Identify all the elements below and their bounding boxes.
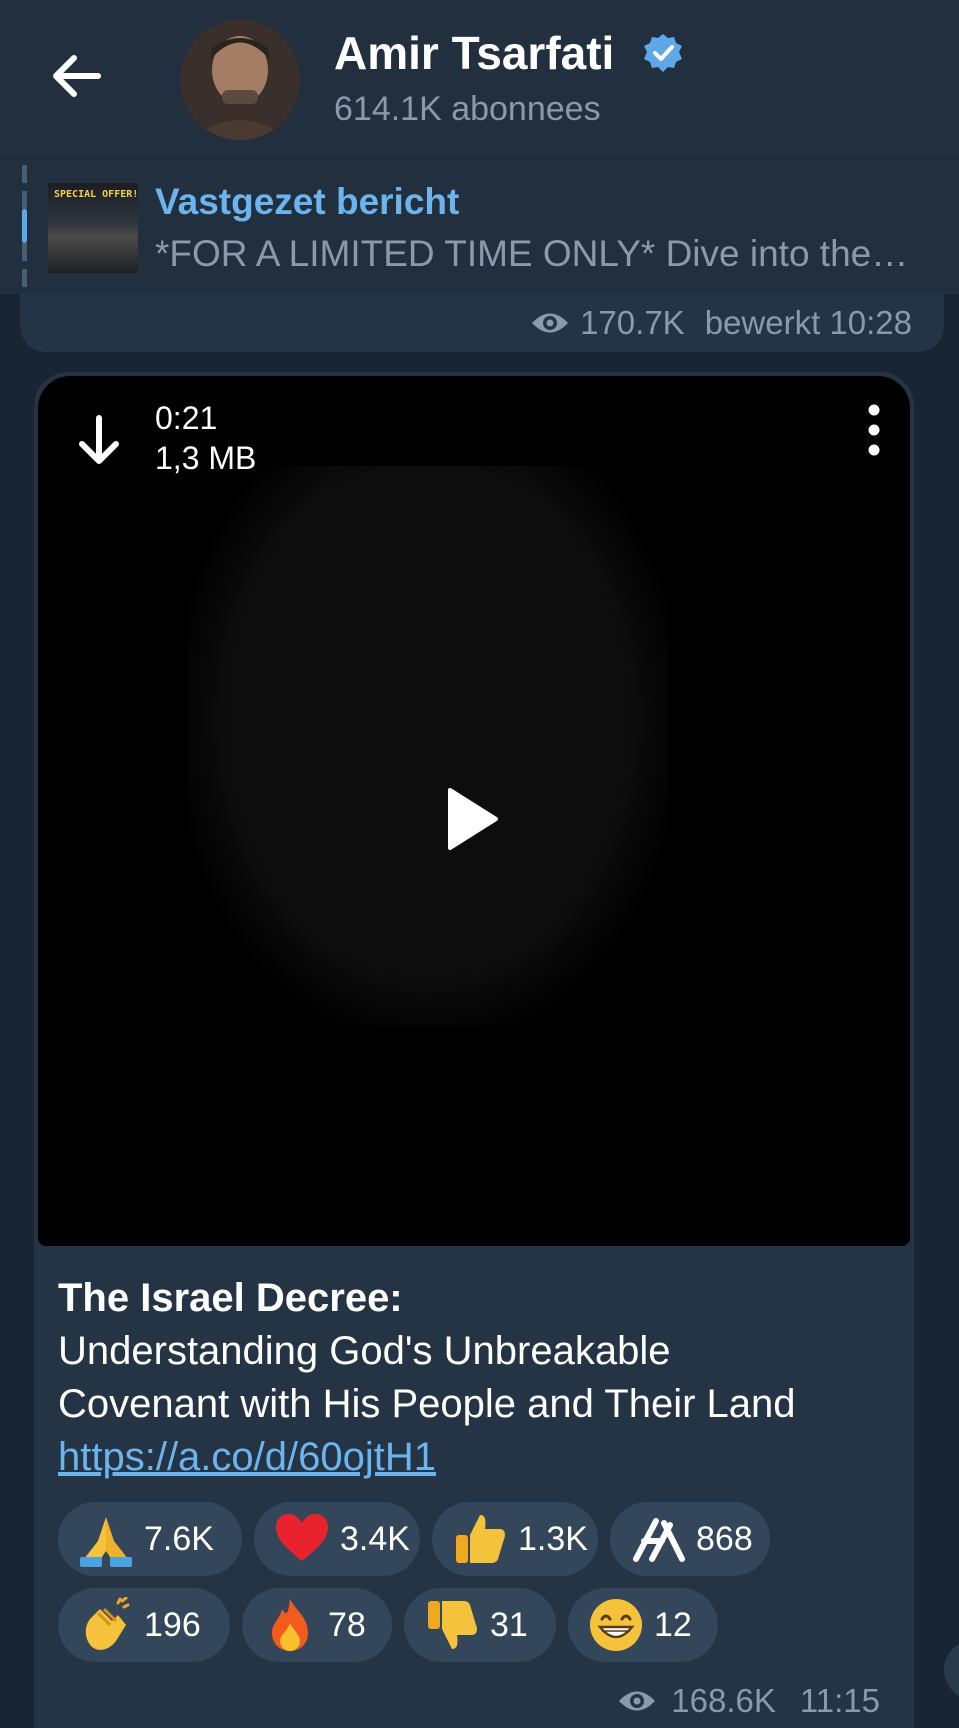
reaction-count: 7.6K: [144, 1519, 214, 1558]
reaction-count: 196: [144, 1605, 201, 1644]
reaction-grin[interactable]: 12: [568, 1588, 718, 1662]
red-heart-icon: [272, 1509, 332, 1569]
subscriber-count: 614.1K abonnees: [334, 90, 601, 128]
back-button[interactable]: [44, 44, 108, 108]
video-frame: [188, 466, 668, 1026]
reaction-fire[interactable]: 78: [242, 1588, 392, 1662]
message-bubble[interactable]: 0:21 1,3 MB The Israel Decree: Understan…: [34, 372, 914, 1728]
thumbs-up-icon: [450, 1509, 510, 1569]
verified-badge-icon: [644, 34, 682, 72]
video-duration: 0:21: [155, 400, 218, 436]
pinned-thumbnail-label: SPECIAL OFFER!: [54, 189, 138, 200]
reaction-custom[interactable]: 868: [610, 1502, 770, 1576]
message-meta: 168.6K 11:15: [617, 1682, 880, 1720]
clapping-hands-icon: [76, 1595, 136, 1655]
video-file-size: 1,3 MB: [155, 440, 257, 476]
channel-name[interactable]: Amir Tsarfati: [334, 26, 614, 80]
play-icon[interactable]: [442, 784, 502, 854]
reaction-count: 868: [696, 1519, 753, 1558]
caption-link[interactable]: https://a.co/d/60ojtH1: [58, 1431, 898, 1484]
arrow-left-icon: [53, 55, 101, 97]
previous-message-time: bewerkt 10:28: [704, 304, 912, 341]
channel-avatar[interactable]: [180, 20, 300, 140]
video-player[interactable]: 0:21 1,3 MB: [38, 376, 910, 1246]
pinned-text: *FOR A LIMITED TIME ONLY* Dive into the…: [155, 233, 909, 274]
reaction-count: 3.4K: [340, 1519, 410, 1558]
caption-line: Understanding God's Unbreakable: [58, 1329, 671, 1373]
reaction-pray[interactable]: 7.6K: [58, 1502, 242, 1576]
grinning-face-icon: [586, 1595, 646, 1655]
more-options-icon[interactable]: [854, 402, 894, 458]
reaction-thumbs-down[interactable]: 31: [404, 1588, 556, 1662]
reaction-clap[interactable]: 196: [58, 1588, 230, 1662]
reaction-count: 78: [328, 1605, 366, 1644]
chat-header: Amir Tsarfati 614.1K abonnees: [0, 0, 959, 158]
pinned-title: Vastgezet bericht: [155, 181, 460, 222]
reaction-count: 1.3K: [518, 1519, 588, 1558]
fire-icon: [260, 1595, 320, 1655]
eye-icon: [619, 1691, 656, 1711]
reaction-count: 31: [490, 1605, 528, 1644]
folded-hands-icon: [76, 1509, 136, 1569]
caption-title: The Israel Decree:: [58, 1276, 403, 1320]
reaction-thumbs-up[interactable]: 1.3K: [432, 1502, 598, 1576]
pinned-thumbnail: SPECIAL OFFER!: [48, 183, 138, 273]
pinned-message-bar[interactable]: SPECIAL OFFER! Vastgezet bericht *FOR A …: [0, 158, 959, 294]
pinned-indicator-active: [22, 209, 27, 243]
previous-message-views: 170.7K: [580, 304, 685, 341]
previous-message-meta: 170.7K bewerkt 10:28: [530, 304, 912, 342]
message-views: 168.6K: [671, 1682, 776, 1719]
message-time: 11:15: [799, 1682, 880, 1719]
eye-icon: [532, 313, 569, 333]
message-caption: The Israel Decree: Understanding God's U…: [58, 1272, 898, 1484]
thumbs-down-icon: [422, 1595, 482, 1655]
caption-line: Covenant with His People and Their Land: [58, 1382, 796, 1426]
custom-logo-icon: [628, 1509, 688, 1569]
download-icon[interactable]: [74, 414, 124, 468]
reaction-heart[interactable]: 3.4K: [254, 1502, 420, 1576]
reaction-count: 12: [654, 1605, 692, 1644]
previous-message-bubble[interactable]: 170.7K bewerkt 10:28: [20, 294, 944, 352]
